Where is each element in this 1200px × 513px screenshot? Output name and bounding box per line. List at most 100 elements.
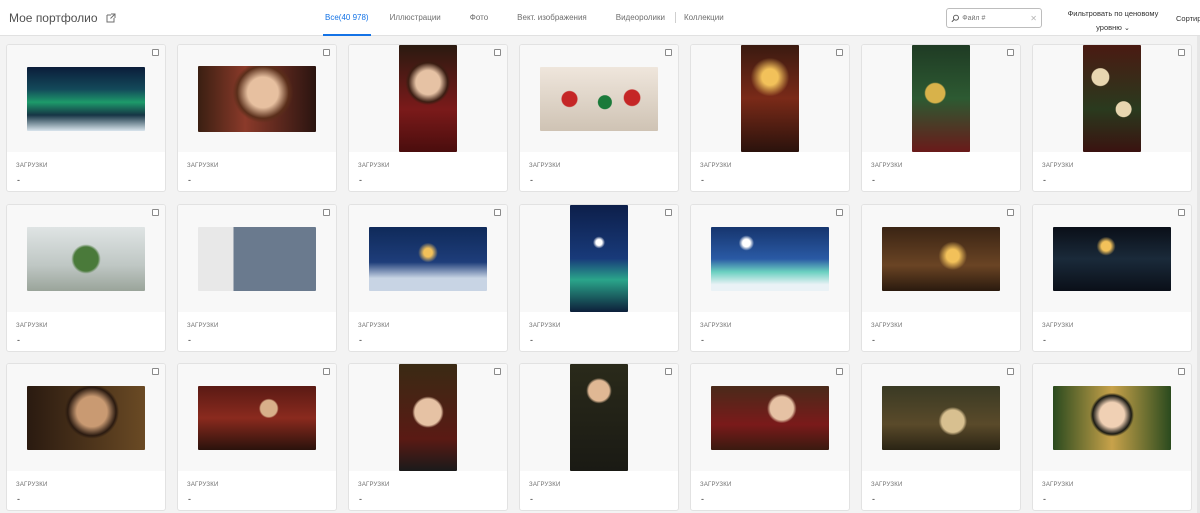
downloads-value: - [359, 335, 362, 345]
portfolio-card[interactable]: ЗАГРУЗКИ - [177, 204, 337, 352]
portfolio-card[interactable]: ЗАГРУЗКИ - [1032, 363, 1192, 511]
portfolio-card[interactable]: ЗАГРУЗКИ - [519, 363, 679, 511]
select-checkbox[interactable] [494, 49, 501, 56]
tab-all[interactable]: Все(40 978) [323, 0, 371, 36]
downloads-label: ЗАГРУЗКИ [358, 163, 390, 169]
select-checkbox[interactable] [152, 209, 159, 216]
thumbnail-image[interactable] [540, 66, 658, 131]
sort-dropdown[interactable]: Сортир [1176, 14, 1200, 23]
thumbnail-image[interactable] [27, 66, 145, 131]
downloads-value: - [872, 335, 875, 345]
thumbnail-image[interactable] [570, 205, 628, 312]
thumbnail-image[interactable] [1083, 45, 1141, 152]
select-checkbox[interactable] [836, 49, 843, 56]
portfolio-card[interactable]: ЗАГРУЗКИ - [861, 204, 1021, 352]
thumbnail-image[interactable] [1053, 385, 1171, 450]
select-checkbox[interactable] [1178, 49, 1185, 56]
thumbnail-image[interactable] [369, 226, 487, 291]
portfolio-card[interactable]: ЗАГРУЗКИ - [348, 204, 508, 352]
thumbnail-image[interactable] [198, 65, 316, 132]
tab-divider [674, 12, 676, 23]
portfolio-card[interactable]: ЗАГРУЗКИ - [177, 363, 337, 511]
downloads-label: ЗАГРУЗКИ [358, 323, 390, 329]
thumbnail-area [691, 205, 849, 312]
search-input[interactable] [962, 14, 1031, 22]
thumbnail-image[interactable] [198, 226, 316, 291]
search-icon [951, 14, 959, 22]
select-checkbox[interactable] [152, 49, 159, 56]
tab-vectors[interactable]: Вект. изображения [517, 0, 587, 36]
thumbnail-area [862, 45, 1020, 152]
downloads-value: - [701, 175, 704, 185]
select-checkbox[interactable] [323, 49, 330, 56]
thumbnail-area [862, 205, 1020, 312]
select-checkbox[interactable] [1007, 209, 1014, 216]
thumbnail-area [7, 205, 165, 312]
thumbnail-area [349, 364, 507, 471]
downloads-value: - [1043, 175, 1046, 185]
price-filter-dropdown[interactable]: Фильтровать по ценовому уровню ⌄ [1058, 7, 1168, 36]
thumbnail-area [691, 45, 849, 152]
tab-collections[interactable]: Коллекции [684, 0, 724, 36]
select-checkbox[interactable] [836, 368, 843, 375]
portfolio-card[interactable]: ЗАГРУЗКИ - [6, 204, 166, 352]
downloads-value: - [17, 335, 20, 345]
thumbnail-image[interactable] [882, 226, 1000, 291]
tab-photos[interactable]: Фото [470, 0, 488, 36]
select-checkbox[interactable] [1178, 209, 1185, 216]
select-checkbox[interactable] [1178, 368, 1185, 375]
select-checkbox[interactable] [665, 209, 672, 216]
thumbnail-area [178, 364, 336, 471]
downloads-label: ЗАГРУЗКИ [871, 163, 903, 169]
portfolio-card[interactable]: ЗАГРУЗКИ - [861, 363, 1021, 511]
thumbnail-image[interactable] [27, 385, 145, 450]
portfolio-card[interactable]: ЗАГРУЗКИ - [1032, 204, 1192, 352]
portfolio-card[interactable]: ЗАГРУЗКИ - [6, 363, 166, 511]
select-checkbox[interactable] [1007, 49, 1014, 56]
portfolio-card[interactable]: ЗАГРУЗКИ - [861, 44, 1021, 192]
select-checkbox[interactable] [665, 49, 672, 56]
downloads-value: - [872, 175, 875, 185]
thumbnail-image[interactable] [570, 364, 628, 471]
portfolio-card[interactable]: ЗАГРУЗКИ - [519, 44, 679, 192]
thumbnail-image[interactable] [882, 385, 1000, 450]
thumbnail-image[interactable] [711, 385, 829, 450]
tab-illustrations[interactable]: Иллюстрации [390, 0, 441, 36]
portfolio-card[interactable]: ЗАГРУЗКИ - [6, 44, 166, 192]
thumbnail-image[interactable] [1053, 226, 1171, 291]
tab-videos[interactable]: Видеоролики [616, 0, 665, 36]
portfolio-card[interactable]: ЗАГРУЗКИ - [177, 44, 337, 192]
external-link-icon[interactable] [106, 13, 116, 23]
select-checkbox[interactable] [323, 368, 330, 375]
select-checkbox[interactable] [1007, 368, 1014, 375]
thumbnail-area [691, 364, 849, 471]
thumbnail-area [349, 45, 507, 152]
downloads-value: - [359, 494, 362, 504]
thumbnail-image[interactable] [27, 226, 145, 291]
downloads-label: ЗАГРУЗКИ [358, 482, 390, 488]
thumbnail-image[interactable] [741, 45, 799, 152]
page-title: Мое портфолио [9, 11, 98, 25]
portfolio-card[interactable]: ЗАГРУЗКИ - [690, 204, 850, 352]
select-checkbox[interactable] [323, 209, 330, 216]
select-checkbox[interactable] [152, 368, 159, 375]
portfolio-card[interactable]: ЗАГРУЗКИ - [690, 44, 850, 192]
portfolio-card[interactable]: ЗАГРУЗКИ - [1032, 44, 1192, 192]
select-checkbox[interactable] [836, 209, 843, 216]
portfolio-card[interactable]: ЗАГРУЗКИ - [348, 363, 508, 511]
clear-search-icon[interactable]: ✕ [1030, 14, 1037, 23]
thumbnail-image[interactable] [399, 364, 457, 471]
thumbnail-image[interactable] [198, 385, 316, 450]
select-checkbox[interactable] [494, 368, 501, 375]
portfolio-card[interactable]: ЗАГРУЗКИ - [519, 204, 679, 352]
thumbnail-image[interactable] [912, 45, 970, 152]
thumbnail-area [1033, 205, 1191, 312]
thumbnail-image[interactable] [399, 45, 457, 152]
thumbnail-image[interactable] [711, 226, 829, 291]
select-checkbox[interactable] [665, 368, 672, 375]
portfolio-card[interactable]: ЗАГРУЗКИ - [348, 44, 508, 192]
thumbnail-area [178, 205, 336, 312]
select-checkbox[interactable] [494, 209, 501, 216]
portfolio-card[interactable]: ЗАГРУЗКИ - [690, 363, 850, 511]
downloads-value: - [1043, 494, 1046, 504]
